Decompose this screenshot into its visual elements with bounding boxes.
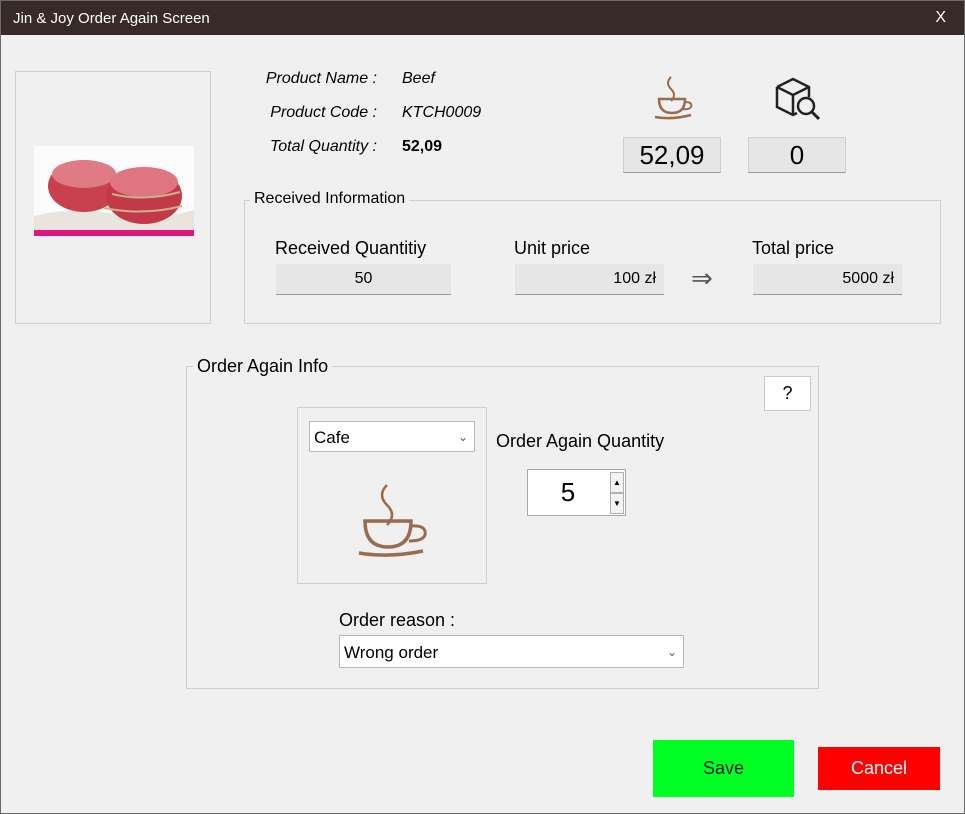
decrement-button[interactable]: ▼ xyxy=(610,493,624,514)
help-button[interactable]: ? xyxy=(764,376,811,411)
received-info-group xyxy=(244,200,941,324)
cafe-cup-large-icon xyxy=(358,484,427,557)
order-quantity-label: Order Again Quantity xyxy=(496,431,665,451)
beef-photo xyxy=(34,146,194,236)
received-qty-label: Received Quantitiy xyxy=(275,238,427,258)
cancel-button[interactable]: Cancel xyxy=(818,747,940,790)
received-qty-value: 50 xyxy=(276,264,451,295)
window-title: Jin & Joy Order Again Screen xyxy=(13,10,210,27)
product-code-value: KTCH0009 xyxy=(402,104,482,121)
title-bar: Jin & Joy Order Again Screen X xyxy=(1,1,964,35)
order-reason-select[interactable]: Wrong order ⌄ xyxy=(339,635,684,668)
order-reason-selected-value: Wrong order xyxy=(344,643,439,662)
received-info-title: Received Information xyxy=(250,190,410,208)
arrow-icon: ⇒ xyxy=(691,263,713,293)
location-select[interactable]: Cafe ⌄ xyxy=(309,421,475,452)
cafe-cup-icon xyxy=(654,76,693,120)
increment-button[interactable]: ▲ xyxy=(610,472,624,493)
product-name-label: Product Name : xyxy=(265,70,377,87)
chevron-down-icon: ⌄ xyxy=(666,645,677,659)
total-quantity-label: Total Quantity : xyxy=(269,138,377,155)
total-price-value: 5000 zł xyxy=(753,264,902,295)
close-button[interactable]: X xyxy=(935,9,946,27)
unit-price-label: Unit price xyxy=(514,238,591,258)
pending-count-box: 0 xyxy=(748,137,846,173)
total-quantity-value: 52,09 xyxy=(402,138,443,155)
chevron-down-icon: ⌄ xyxy=(457,430,468,444)
unit-price-value: 100 zł xyxy=(515,264,664,295)
product-code-label: Product Code : xyxy=(270,104,377,121)
order-again-title: Order Again Info xyxy=(193,356,333,377)
location-selected-value: Cafe xyxy=(314,428,350,447)
order-quantity-stepper[interactable]: 5 ▲ ▼ xyxy=(527,469,626,516)
box-search-icon xyxy=(775,77,821,121)
product-name-value: Beef xyxy=(402,70,435,87)
order-quantity-value[interactable]: 5 xyxy=(528,470,608,515)
order-again-window: Jin & Joy Order Again Screen X Product N… xyxy=(0,0,965,814)
total-price-label: Total price xyxy=(752,238,835,258)
order-reason-label: Order reason : xyxy=(339,610,456,630)
save-button[interactable]: Save xyxy=(653,740,794,797)
stock-count-box: 52,09 xyxy=(623,137,721,173)
